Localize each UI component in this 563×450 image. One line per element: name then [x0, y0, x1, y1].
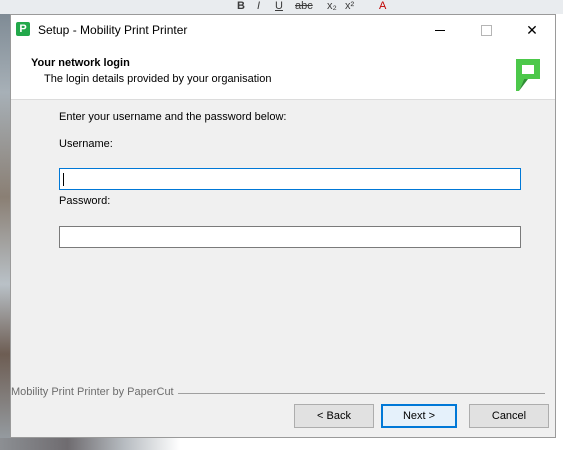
username-input[interactable]	[59, 168, 521, 190]
password-label: Password:	[59, 195, 111, 207]
minimize-button[interactable]	[417, 15, 463, 45]
background-format-toolbar: B I U abc x₂ x² A	[175, 0, 475, 14]
back-button[interactable]: < Back	[294, 404, 374, 428]
password-input[interactable]	[59, 226, 521, 248]
title-bar[interactable]: P Setup - Mobility Print Printer ✕	[11, 15, 555, 45]
papercut-logo-icon	[516, 59, 540, 91]
wizard-content: Enter your username and the password bel…	[11, 100, 555, 385]
underline-glyph: U	[275, 0, 283, 12]
bold-glyph: B	[237, 0, 245, 12]
subscript-glyph: x₂	[327, 0, 337, 12]
setup-dialog: P Setup - Mobility Print Printer ✕ Your …	[10, 14, 556, 438]
maximize-icon	[480, 24, 492, 36]
font-color-glyph: A	[379, 0, 387, 12]
app-icon: P	[16, 22, 30, 36]
next-button[interactable]: Next >	[381, 404, 457, 428]
branding-label: Mobility Print Printer by PaperCut	[11, 386, 178, 398]
username-label: Username:	[59, 138, 113, 150]
instruction-text: Enter your username and the password bel…	[59, 111, 287, 123]
strikethrough-glyph: abc	[295, 0, 313, 12]
background-desktop-strip	[0, 14, 10, 450]
page-title: Your network login	[31, 57, 130, 69]
maximize-button[interactable]	[463, 15, 509, 45]
page-subtitle: The login details provided by your organ…	[44, 73, 272, 85]
background-desktop-bottom	[0, 438, 563, 450]
minimize-icon	[435, 29, 445, 31]
window-title: Setup - Mobility Print Printer	[38, 23, 188, 37]
close-icon: ✕	[526, 21, 538, 38]
cancel-button[interactable]: Cancel	[469, 404, 549, 428]
italic-glyph: I	[257, 0, 261, 12]
text-caret	[63, 173, 64, 186]
close-button[interactable]: ✕	[509, 15, 555, 45]
superscript-glyph: x²	[345, 0, 355, 12]
wizard-header: Your network login The login details pro…	[11, 45, 555, 100]
